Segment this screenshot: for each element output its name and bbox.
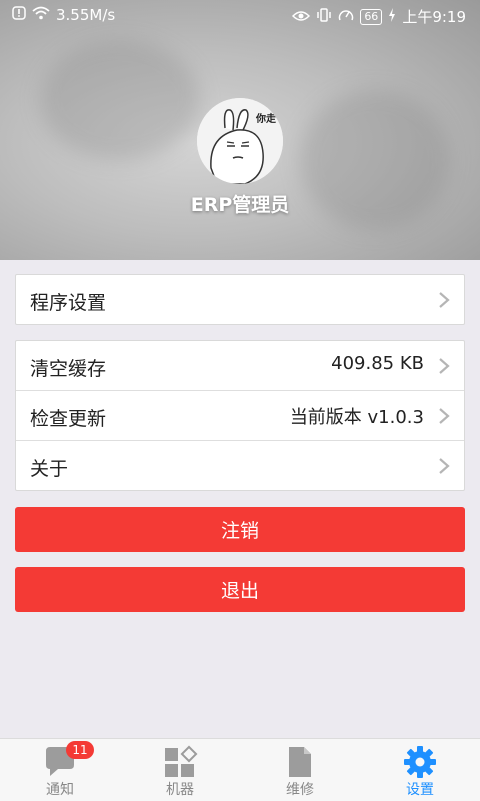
document-icon <box>282 745 318 779</box>
speedometer-icon <box>338 8 354 26</box>
chevron-right-icon <box>438 357 450 379</box>
current-version-value: 当前版本 v1.0.3 <box>289 407 424 428</box>
check-update-label: 检查更新 <box>30 408 107 430</box>
check-update-row[interactable]: 检查更新 当前版本 v1.0.3 <box>16 391 464 441</box>
username: ERP管理员 <box>190 194 290 216</box>
tab-label: 机器 <box>166 782 194 798</box>
bottom-tab-bar: 11 通知 机器 维修 设置 <box>0 738 480 801</box>
charging-icon <box>388 7 396 26</box>
avatar[interactable]: 你走 <box>197 98 283 184</box>
profile-header: 3.55M/s 66 上午9:19 你走 ERP管理员 <box>0 0 480 260</box>
clear-cache-label: 清空缓存 <box>30 358 107 380</box>
cache-size-value: 409.85 KB <box>331 353 424 374</box>
network-speed: 3.55M/s <box>56 6 116 24</box>
chevron-right-icon <box>438 291 450 313</box>
about-label: 关于 <box>30 458 69 480</box>
chevron-right-icon <box>438 407 450 429</box>
program-settings-card: 程序设置 <box>15 274 465 325</box>
system-settings-card: 清空缓存 409.85 KB 检查更新 当前版本 v1.0.3 关于 <box>15 340 465 491</box>
program-settings-row[interactable]: 程序设置 <box>16 275 464 324</box>
logout-button[interactable]: 注销 <box>15 507 465 552</box>
vibrate-icon <box>316 7 332 26</box>
tab-settings[interactable]: 设置 <box>360 739 480 801</box>
clock: 上午9:19 <box>402 8 466 26</box>
tab-label: 维修 <box>286 782 314 798</box>
clear-cache-row[interactable]: 清空缓存 409.85 KB <box>16 341 464 391</box>
tab-label: 通知 <box>46 782 74 798</box>
eye-icon <box>292 8 311 26</box>
avatar-caption: 你走 <box>256 114 276 125</box>
tab-machines[interactable]: 机器 <box>120 739 240 801</box>
notification-icon <box>12 6 26 24</box>
tab-notifications[interactable]: 11 通知 <box>0 739 120 801</box>
wifi-icon <box>32 6 50 24</box>
chevron-right-icon <box>438 457 450 479</box>
exit-button[interactable]: 退出 <box>15 567 465 612</box>
battery-indicator: 66 <box>360 8 383 25</box>
tab-repair[interactable]: 维修 <box>240 739 360 801</box>
grid-icon <box>162 745 198 779</box>
notification-badge: 11 <box>66 741 94 759</box>
about-row[interactable]: 关于 <box>16 441 464 490</box>
gear-icon <box>402 745 438 779</box>
tab-label: 设置 <box>406 782 434 798</box>
program-settings-label: 程序设置 <box>30 292 107 314</box>
background-blur <box>40 40 200 160</box>
status-bar: 3.55M/s 66 上午9:19 <box>0 0 480 32</box>
